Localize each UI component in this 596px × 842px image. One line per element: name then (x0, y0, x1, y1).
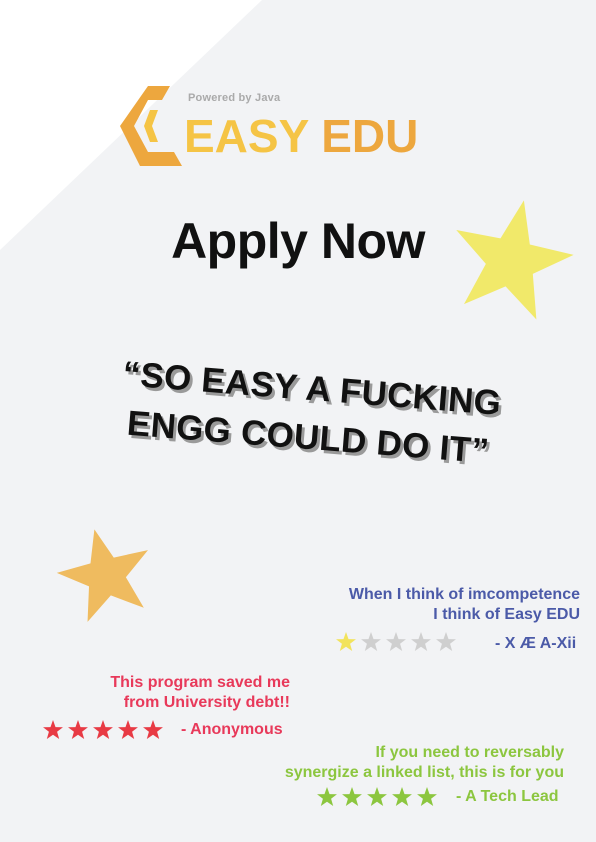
star-filled-icon (417, 787, 437, 807)
review-2-line-1: This program saved me (110, 674, 290, 691)
review-2: This program saved me from University de… (40, 673, 290, 713)
star-filled-icon (336, 632, 356, 652)
review-1-line-2: I think of Easy EDU (433, 606, 580, 623)
review-2-rating (41, 719, 166, 741)
star-filled-icon (43, 720, 63, 740)
brand-name-easy: EASY (184, 110, 309, 162)
brand-name: EASY EDU (184, 110, 418, 162)
brand-name-edu: EDU (308, 110, 419, 162)
star-filled-icon (367, 787, 387, 807)
large-yellow-star-icon (456, 200, 574, 320)
star-empty-icon (361, 632, 381, 652)
star-empty-icon (411, 632, 431, 652)
review-3-rating (315, 786, 440, 808)
star-empty-icon (386, 632, 406, 652)
star-filled-icon (392, 787, 412, 807)
star-filled-icon (118, 720, 138, 740)
star-filled-icon (143, 720, 163, 740)
review-3: If you need to reversably synergize a li… (240, 743, 564, 783)
star-filled-icon (317, 787, 337, 807)
review-3-line-1: If you need to reversably (375, 744, 564, 761)
star-filled-icon (93, 720, 113, 740)
powered-by-label: Powered by Java (188, 92, 281, 104)
review-3-author: - A Tech Lead (456, 788, 559, 805)
star-filled-icon (68, 720, 88, 740)
review-2-author: - Anonymous (181, 721, 283, 738)
review-1: When I think of imcompetence I think of … (280, 585, 580, 625)
review-1-line-1: When I think of imcompetence (348, 586, 580, 603)
star-filled-icon (342, 787, 362, 807)
review-1-author: - X Æ A-Xii (495, 635, 577, 652)
logo-icon (120, 86, 182, 166)
star-empty-icon (436, 632, 456, 652)
review-3-line-2: synergize a linked list, this is for you (284, 764, 564, 781)
review-2-line-2: from University debt!! (123, 694, 290, 711)
review-1-rating (334, 631, 459, 653)
orange-star-icon (56, 529, 148, 622)
